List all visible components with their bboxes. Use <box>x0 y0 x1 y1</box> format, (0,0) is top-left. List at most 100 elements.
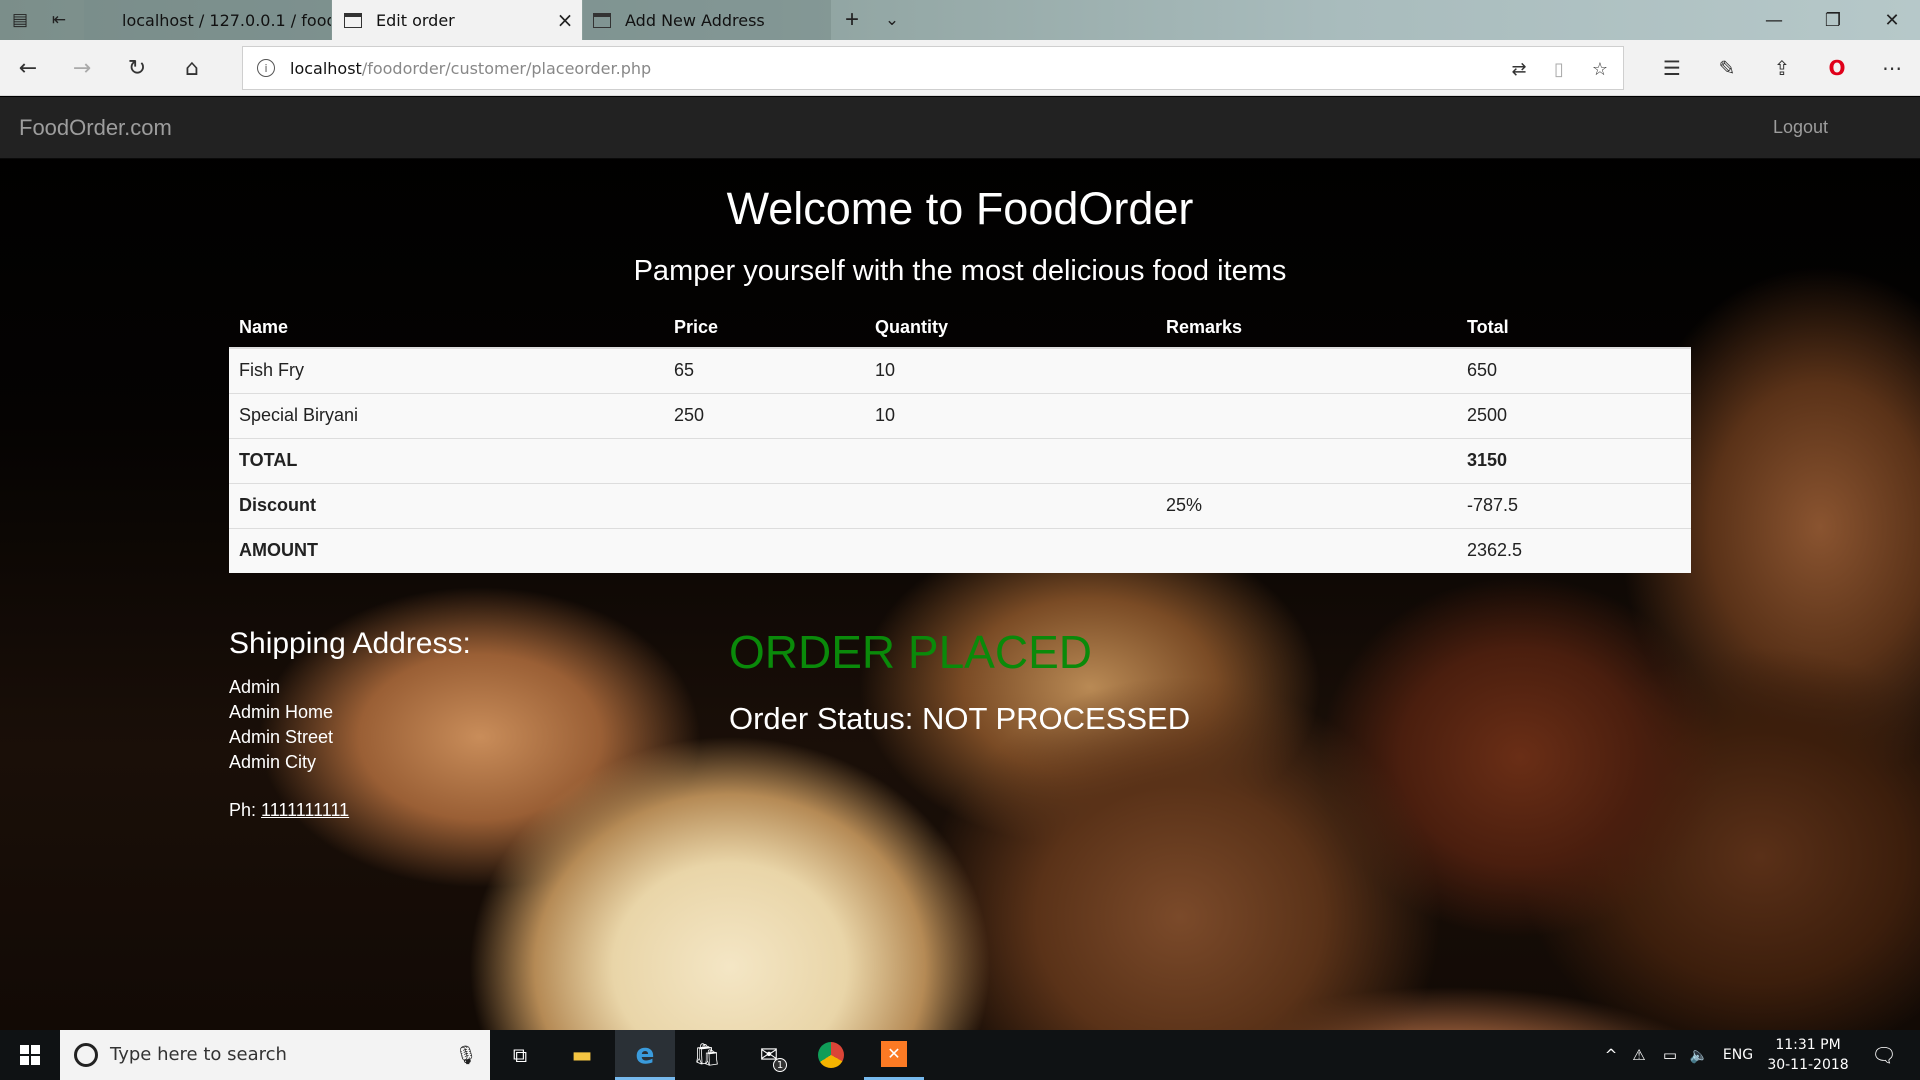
reading-view-icon[interactable]: ▯ <box>1547 57 1571 81</box>
address-bar[interactable]: i localhost/foodorder/customer/placeorde… <box>242 46 1624 90</box>
clock-time: 11:31 PM <box>1775 1037 1841 1053</box>
tab-add-new-address[interactable]: Add New Address <box>583 0 831 40</box>
phone-link[interactable]: 1111111111 <box>261 800 349 820</box>
item-quantity: 10 <box>865 392 1156 438</box>
site-navbar: FoodOrder.com Logout <box>0 97 1920 159</box>
item-remarks <box>1156 392 1457 438</box>
refresh-button[interactable]: ↻ <box>121 52 153 84</box>
share-icon[interactable]: ⇪ <box>1766 52 1798 84</box>
tab-edit-order[interactable]: Edit order × <box>332 0 582 40</box>
chrome-icon[interactable] <box>801 1030 861 1080</box>
shipping-address-title: Shipping Address: <box>229 627 471 660</box>
site-brand-link[interactable]: FoodOrder.com <box>19 115 172 141</box>
page-subtitle: Pamper yourself with the most delicious … <box>633 255 1287 287</box>
store-icon[interactable]: 🛍 <box>677 1030 737 1080</box>
language-indicator[interactable]: ENG <box>1718 1044 1758 1066</box>
microphone-icon[interactable]: 🎙 <box>455 1043 478 1067</box>
forward-button[interactable]: → <box>66 52 98 84</box>
total-label: TOTAL <box>229 437 664 483</box>
address-line: Admin <box>229 677 281 697</box>
action-center-icon[interactable]: 🗨 <box>1864 1042 1904 1068</box>
home-button[interactable]: ⌂ <box>176 52 208 84</box>
back-button[interactable]: ← <box>12 52 44 84</box>
set-aside-tabs-icon[interactable]: ⇤ <box>47 8 71 32</box>
shipping-address-lines: Admin Admin Home Admin Street Admin City <box>229 675 333 775</box>
windows-taskbar: Type here to search 🎙 ⧉ ▬ e 🛍 ✉ 1 ✕ ^ ⚠ ▭… <box>0 1030 1920 1080</box>
url-path: /foodorder/customer/placeorder.php <box>361 59 652 78</box>
show-hidden-icons-chevron-icon[interactable]: ^ <box>1602 1044 1620 1066</box>
taskbar-search-box[interactable]: Type here to search 🎙 <box>60 1030 490 1080</box>
mail-icon[interactable]: ✉ 1 <box>739 1030 799 1080</box>
column-header-price: Price <box>674 317 719 337</box>
discount-value: -787.5 <box>1457 482 1691 528</box>
table-row: Special Biryani 250 10 2500 <box>229 392 1691 438</box>
page-icon <box>344 12 362 28</box>
order-table: Name Price Quantity Remarks Total Fish F… <box>229 308 1691 573</box>
battery-icon[interactable]: ▭ <box>1658 1044 1682 1066</box>
page-title: Welcome to FoodOrder <box>726 183 1194 234</box>
search-placeholder: Type here to search <box>110 1044 287 1065</box>
xampp-icon[interactable]: ✕ <box>864 1030 924 1080</box>
site-info-icon[interactable]: i <box>257 59 275 77</box>
volume-icon[interactable]: 🔈 <box>1688 1044 1710 1066</box>
column-header-name: Name <box>239 317 289 337</box>
translate-icon[interactable]: ⇄ <box>1507 57 1531 81</box>
tab-actions-icon[interactable]: ▤ <box>8 8 32 32</box>
file-explorer-icon[interactable]: ▬ <box>552 1030 612 1080</box>
item-name: Fish Fry <box>229 347 664 393</box>
web-note-pen-icon[interactable]: ✎ <box>1711 52 1743 84</box>
table-row: Fish Fry 65 10 650 <box>229 347 1691 393</box>
url-host: localhost <box>290 59 362 78</box>
item-quantity: 10 <box>865 347 1156 393</box>
order-status-text: Order Status: NOT PROCESSED <box>729 701 1191 736</box>
browser-tab-bar: ▤ ⇤ localhost / 127.0.0.1 / foodc Edit o… <box>0 0 1920 40</box>
close-window-button[interactable]: ✕ <box>1864 0 1920 40</box>
mail-badge: 1 <box>773 1058 787 1072</box>
order-placed-heading: ORDER PLACED <box>729 626 1092 678</box>
phone-label: Ph: <box>229 800 257 820</box>
amount-label: AMOUNT <box>229 527 664 573</box>
item-name: Special Biryani <box>229 392 664 438</box>
restore-button[interactable]: ❐ <box>1805 0 1861 40</box>
tab-preview-chevron-icon[interactable]: ⌄ <box>880 8 904 32</box>
tab-label: Edit order <box>376 10 455 30</box>
task-view-icon[interactable]: ⧉ <box>490 1030 550 1080</box>
total-row: TOTAL 3150 <box>229 437 1691 483</box>
clock-date: 30-11-2018 <box>1767 1057 1849 1073</box>
start-button[interactable] <box>0 1030 60 1080</box>
minimize-button[interactable]: — <box>1746 0 1802 40</box>
more-menu-icon[interactable]: ⋯ <box>1876 52 1908 84</box>
tab-phpmyadmin[interactable]: localhost / 127.0.0.1 / foodc <box>84 0 331 40</box>
page-viewport: FoodOrder.com Logout Welcome to FoodOrde… <box>0 97 1920 1030</box>
shipping-phone: Ph: 1111111111 <box>229 800 349 821</box>
network-icon[interactable]: ⚠ <box>1628 1044 1650 1066</box>
favorite-star-icon[interactable]: ☆ <box>1588 57 1612 81</box>
total-value: 3150 <box>1457 437 1691 483</box>
url-text[interactable]: localhost/foodorder/customer/placeorder.… <box>290 59 651 78</box>
discount-row: Discount 25% -787.5 <box>229 482 1691 528</box>
discount-remark: 25% <box>1156 482 1457 528</box>
browser-toolbar: ← → ↻ ⌂ i localhost/foodorder/customer/p… <box>0 40 1920 96</box>
amount-value: 2362.5 <box>1457 527 1691 573</box>
item-total: 650 <box>1457 347 1691 393</box>
tab-label: localhost / 127.0.0.1 / foodc <box>122 10 331 30</box>
item-remarks <box>1156 347 1457 393</box>
item-total: 2500 <box>1457 392 1691 438</box>
page-icon <box>593 12 611 28</box>
opera-extension-icon[interactable]: O <box>1821 52 1853 84</box>
item-price: 250 <box>664 392 865 438</box>
logout-link[interactable]: Logout <box>1773 117 1828 138</box>
item-price: 65 <box>664 347 865 393</box>
new-tab-icon[interactable]: + <box>840 6 864 33</box>
windows-logo-icon <box>20 1045 40 1065</box>
column-header-total: Total <box>1467 317 1509 337</box>
address-line: Admin City <box>229 752 317 772</box>
column-header-quantity: Quantity <box>875 317 949 337</box>
taskbar-clock[interactable]: 11:31 PM 30-11-2018 <box>1760 1035 1856 1075</box>
edge-browser-icon[interactable]: e <box>615 1030 675 1080</box>
tab-label: Add New Address <box>625 10 765 30</box>
close-tab-icon[interactable]: × <box>554 8 576 32</box>
favorites-list-icon[interactable]: ☰ <box>1656 52 1688 84</box>
cortana-icon <box>74 1043 98 1067</box>
amount-row: AMOUNT 2362.5 <box>229 527 1691 573</box>
